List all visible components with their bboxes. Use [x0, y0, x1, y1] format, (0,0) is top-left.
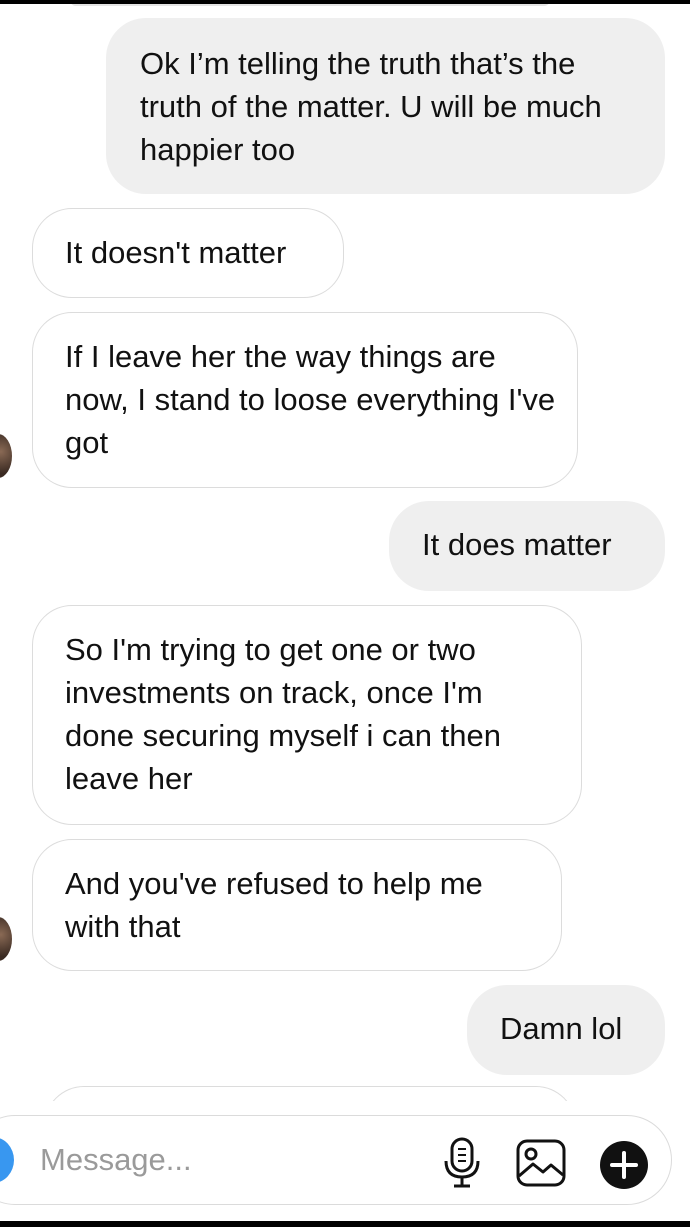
message-composer	[0, 1101, 690, 1221]
message-incoming[interactable]: It doesn't matter	[32, 208, 344, 298]
message-text: So I'm trying to get one or two investme…	[65, 632, 501, 796]
message-text: It doesn't matter	[65, 235, 287, 270]
message-incoming[interactable]: If I leave her the way things are now, I…	[32, 312, 578, 488]
message-incoming[interactable]: And you've refused to help me with that	[32, 839, 562, 971]
message-text: And you've refused to help me with that	[65, 866, 483, 944]
message-incoming[interactable]: So I'm trying to get one or two investme…	[32, 605, 582, 825]
message-outgoing[interactable]: Damn lol	[467, 985, 665, 1075]
clipped-message-top	[70, 4, 550, 6]
message-outgoing[interactable]: Ok I’m telling the truth that’s the trut…	[106, 18, 665, 194]
sender-avatar[interactable]	[0, 917, 12, 961]
plus-icon[interactable]	[599, 1140, 649, 1190]
message-text: If I leave her the way things are now, I…	[65, 339, 556, 460]
message-outgoing[interactable]: It does matter	[389, 501, 665, 591]
message-text: It does matter	[422, 527, 612, 562]
message-text: Damn lol	[500, 1011, 623, 1046]
gallery-icon[interactable]	[515, 1138, 567, 1188]
sender-avatar[interactable]	[0, 434, 12, 478]
message-text: Ok I’m telling the truth that’s the trut…	[140, 46, 602, 167]
chat-screen: Ok I’m telling the truth that’s the trut…	[0, 4, 690, 1221]
microphone-icon[interactable]	[443, 1137, 481, 1189]
message-input[interactable]	[40, 1140, 420, 1180]
